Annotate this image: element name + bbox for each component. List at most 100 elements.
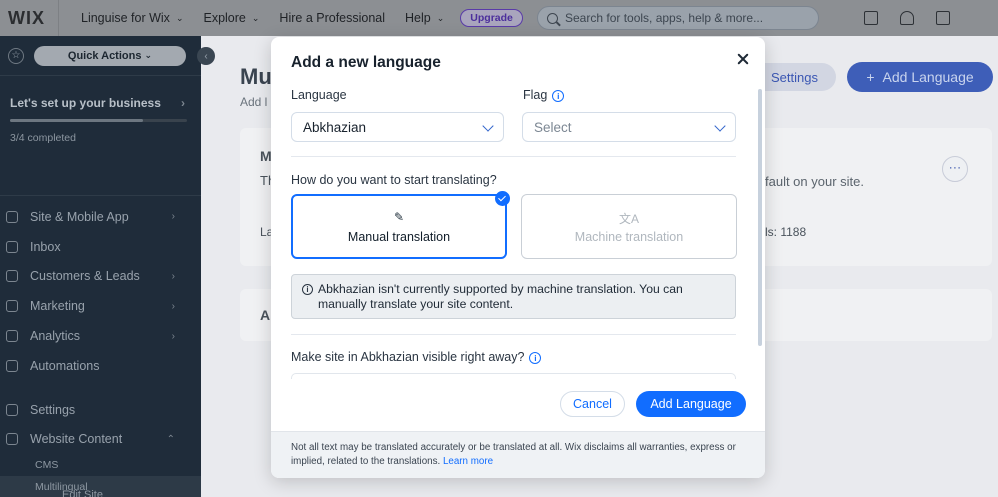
machine-translation-option[interactable]: 文A Machine translation	[521, 194, 737, 259]
manual-translation-label: Manual translation	[347, 229, 451, 244]
megaphone-icon	[6, 300, 18, 313]
more-options-icon[interactable]: ⋯	[942, 156, 968, 182]
setup-progress-bar	[10, 119, 187, 122]
machine-translation-label: Machine translation	[574, 229, 684, 244]
visible-question: Make site in Abkhazian visible right awa…	[291, 350, 525, 364]
dialog-scrollbar[interactable]	[758, 89, 762, 346]
check-icon	[495, 191, 510, 206]
wix-logo[interactable]: WIX	[8, 8, 58, 29]
language-label: Language	[291, 88, 347, 102]
page-title: Mu	[240, 64, 272, 89]
content-icon	[6, 433, 18, 446]
dialog-title: Add a new language	[291, 54, 441, 71]
customers-icon	[6, 270, 18, 283]
search-input[interactable]: Search for tools, apps, help & more...	[537, 6, 819, 30]
sidebar-top: ☆ Quick Actions ⌄	[0, 36, 201, 76]
divider	[291, 156, 736, 157]
sidebar-item-settings[interactable]: Settings	[0, 395, 201, 425]
info-icon[interactable]: i	[529, 351, 542, 364]
notice-text: Abkhazian isn't currently supported by m…	[318, 282, 683, 311]
setup-widget[interactable]: Let's set up your business › 3/4 complete…	[0, 76, 201, 196]
site-icon	[6, 210, 18, 223]
sidebar: ☆ Quick Actions ⌄ ‹ Let's set up your bu…	[0, 36, 215, 497]
chevron-down-icon: ⌄	[144, 50, 153, 60]
sidebar-nav: Site & Mobile App › Inbox Customers & Lea…	[0, 196, 201, 497]
chevron-right-icon: ›	[171, 300, 175, 312]
sidebar-item-analytics[interactable]: Analytics ›	[0, 321, 201, 351]
disclaimer-footer: Not all text may be translated accuratel…	[271, 431, 765, 478]
collapse-sidebar-icon[interactable]: ‹	[197, 47, 215, 65]
chevron-right-icon: ›	[171, 270, 175, 282]
visibility-field[interactable]	[291, 373, 736, 379]
card-heading-fragment: M	[260, 148, 272, 164]
chevron-right-icon: ›	[181, 96, 185, 110]
translation-question: How do you want to start translating?	[291, 173, 497, 187]
nav-explore[interactable]: Explore ⌄	[193, 0, 269, 36]
chevron-down-icon: ⌄	[251, 12, 260, 23]
language-select[interactable]: Abkhazian	[291, 112, 504, 142]
notebook-icon[interactable]	[936, 11, 950, 25]
chevron-up-icon: ⌃	[166, 433, 175, 445]
chevron-right-icon: ›	[171, 330, 175, 342]
disclaimer-text: Not all text may be translated accuratel…	[291, 442, 736, 467]
chevron-down-icon	[482, 120, 494, 132]
search-placeholder: Search for tools, apps, help & more...	[565, 11, 764, 25]
add-language-dialog: Add a new language Language Flag i Abkhaz…	[271, 37, 765, 478]
sidebar-subitem-cms[interactable]: CMS	[0, 454, 201, 476]
setup-progress-fill	[10, 119, 143, 122]
gear-icon	[6, 403, 18, 416]
machine-translation-notice: i Abkhazian isn't currently supported by…	[291, 274, 736, 319]
add-language-button[interactable]: Add Language	[636, 391, 746, 417]
bell-icon[interactable]	[900, 11, 914, 25]
learn-more-link[interactable]: Learn more	[443, 456, 493, 467]
pencil-icon: ✎	[393, 209, 405, 224]
flag-select-placeholder: Select	[534, 119, 572, 135]
edit-site-button[interactable]: Edit Site	[62, 489, 103, 497]
site-switcher[interactable]: Linguise for Wix ⌄	[71, 0, 193, 36]
upgrade-button[interactable]: Upgrade	[460, 9, 523, 27]
info-icon: i	[302, 284, 313, 295]
flag-label-wrap: Flag i	[523, 88, 565, 102]
chevron-down-icon: ⌄	[175, 12, 184, 23]
language-select-value: Abkhazian	[303, 119, 367, 135]
top-bar: WIX Linguise for Wix ⌄ Explore ⌄ Hire a Pr…	[0, 0, 998, 36]
inbox-icon	[6, 240, 18, 253]
setup-title: Let's set up your business ›	[10, 96, 185, 110]
chevron-right-icon: ›	[171, 211, 175, 223]
chat-icon[interactable]	[864, 11, 878, 25]
visible-question-wrap: Make site in Abkhazian visible right awa…	[291, 350, 542, 364]
sidebar-item-website-content[interactable]: Website Content ⌃	[0, 425, 201, 455]
sidebar-item-site-mobile-app[interactable]: Site & Mobile App ›	[0, 202, 201, 232]
setup-progress-text: 3/4 completed	[10, 132, 76, 144]
sidebar-item-inbox[interactable]: Inbox	[0, 232, 201, 262]
chevron-down-icon: ⌄	[436, 12, 445, 23]
sidebar-item-automations[interactable]: Automations	[0, 351, 201, 381]
sidebar-item-customers-leads[interactable]: Customers & Leads ›	[0, 262, 201, 292]
nav-help[interactable]: Help ⌄	[395, 0, 454, 36]
sidebar-separator	[0, 381, 201, 395]
info-icon[interactable]: i	[552, 89, 565, 102]
page-subtitle: Add l	[240, 95, 268, 109]
top-icons	[864, 0, 950, 36]
sidebar-item-marketing[interactable]: Marketing ›	[0, 291, 201, 321]
quick-actions-button[interactable]: Quick Actions ⌄	[34, 45, 186, 66]
card-default-text: fault on your site.	[765, 174, 864, 189]
star-icon[interactable]: ☆	[8, 47, 24, 64]
card2-heading-fragment: A	[260, 307, 271, 323]
flag-select[interactable]: Select	[522, 112, 736, 142]
add-language-button-bg[interactable]: + Add Language	[847, 62, 993, 92]
plus-icon: +	[866, 69, 875, 85]
automations-icon	[6, 359, 18, 372]
search-icon	[547, 12, 558, 24]
card-word-count: ls: 1188	[765, 225, 807, 239]
translate-icon: 文A	[618, 211, 639, 226]
flag-label: Flag	[523, 88, 548, 102]
manual-translation-option[interactable]: ✎ Manual translation	[291, 191, 510, 259]
nav-hire-professional[interactable]: Hire a Professional	[269, 0, 395, 36]
top-nav: Linguise for Wix ⌄ Explore ⌄ Hire a Profes…	[71, 0, 523, 36]
cancel-button[interactable]: Cancel	[560, 391, 625, 417]
topbar-divider	[58, 0, 59, 36]
close-icon[interactable]	[735, 51, 751, 67]
divider	[291, 334, 736, 335]
chevron-down-icon	[714, 120, 726, 132]
